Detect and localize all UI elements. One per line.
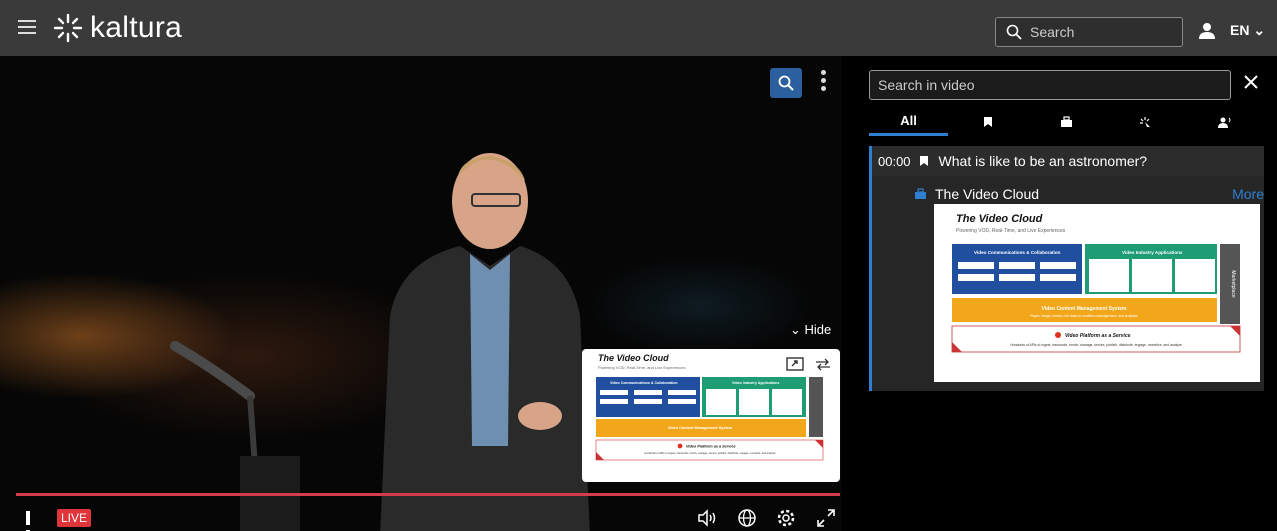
thumb-box-cms: Video Content Management System [1042, 306, 1127, 312]
language-selector[interactable]: EN ⌄ [1230, 22, 1265, 39]
search-icon [1006, 24, 1022, 40]
kaltura-logo-icon [53, 13, 83, 43]
bookmark-icon [919, 156, 928, 166]
slide-box-cms: Video Content Management System [668, 426, 733, 430]
slide-thumbnail-content: The Video Cloud Powering VOD, Real-Time,… [951, 213, 1241, 353]
slide-box-industry: Video Industry Applications [732, 381, 779, 385]
search-in-video-input[interactable] [870, 71, 1230, 99]
thumb-box-cms-sub: Player, image, media, rich data for work… [1030, 314, 1138, 318]
expand-slide-icon[interactable] [786, 357, 804, 371]
swap-views-icon[interactable] [814, 357, 832, 371]
tab-bookmarks[interactable] [948, 108, 1027, 136]
tab-all[interactable]: All [869, 108, 948, 136]
tab-hotspots[interactable] [1106, 108, 1185, 136]
tab-slides[interactable] [1027, 108, 1106, 136]
result-item-bookmark[interactable]: 00:00 What is like to be an astronomer? [872, 146, 1264, 176]
slide-box-comm: Video Communications & Collaboration [610, 381, 678, 385]
kaltura-logo[interactable]: kaltura [52, 11, 183, 44]
thumb-box-platform-sub: Hundreds of APIs to ingest, transcode, e… [1010, 343, 1182, 347]
thumb-marketplace: Marketplace [1230, 270, 1236, 297]
progress-bar[interactable] [16, 493, 840, 496]
tab-speakers[interactable] [1185, 108, 1264, 136]
speaker-icon [1217, 117, 1230, 128]
thumb-subtitle: Powering VOD, Real-Time, and Live Experi… [956, 228, 1066, 234]
slide-box-platform-sub: Hundreds of APIs to ingest, transcode, e… [644, 451, 776, 455]
pip-controls [786, 357, 832, 371]
thumb-box-industry: Video Industry Applications [1122, 250, 1183, 255]
menu-icon[interactable] [18, 20, 36, 34]
chevron-down-icon: ⌄ [1253, 22, 1266, 38]
hide-label: Hide [804, 322, 832, 337]
slide-title: The Video Cloud [598, 353, 669, 363]
speaker-image [380, 153, 590, 531]
slides-icon [915, 188, 926, 199]
video-search-panel: All 00:00 What is like to be an astronom… [856, 56, 1277, 531]
fullscreen-icon[interactable] [815, 508, 837, 528]
slides-icon [1061, 116, 1072, 127]
video-player[interactable]: ⌄ Hide The Video Cloud Powering VOD, Rea… [0, 56, 842, 531]
more-options-icon[interactable] [821, 70, 827, 96]
chevron-down-icon: ⌄ [790, 322, 801, 337]
result-slide-title: The Video Cloud [935, 186, 1040, 202]
globe-icon[interactable] [736, 508, 758, 528]
result-text: What is like to be an astronomer? [938, 153, 1148, 169]
logo-text: kaltura [90, 11, 183, 44]
volume-icon[interactable] [696, 508, 718, 528]
user-icon[interactable] [1197, 21, 1217, 41]
global-search-input[interactable] [1030, 24, 1170, 40]
close-icon[interactable] [1243, 74, 1259, 90]
pause-icon[interactable] [26, 511, 40, 531]
live-badge[interactable]: LIVE [57, 509, 92, 527]
search-filter-tabs: All [869, 108, 1264, 136]
player-controls: LIVE [0, 500, 842, 531]
thumb-box-comm: Video Communications & Collaboration [974, 250, 1061, 255]
top-navigation-bar: kaltura EN ⌄ [0, 0, 1277, 56]
bookmark-icon [983, 117, 992, 127]
global-search[interactable] [995, 17, 1183, 47]
language-label: EN [1230, 22, 1250, 38]
search-results-list: 00:00 What is like to be an astronomer? … [869, 146, 1264, 391]
settings-icon[interactable] [775, 508, 797, 528]
slide-box-platform: Video Platform as a Service [686, 445, 736, 449]
result-timestamp: 00:00 [878, 153, 911, 169]
search-in-video-field[interactable] [869, 70, 1231, 100]
slide-subtitle: Powering VOD, Real-Time, and Live Experi… [598, 365, 685, 370]
thumb-box-platform: Video Platform as a Service [1065, 333, 1131, 339]
slide-thumbnail[interactable]: The Video Cloud Powering VOD, Real-Time,… [934, 204, 1260, 382]
slide-picture-in-picture[interactable]: The Video Cloud Powering VOD, Real-Time,… [582, 349, 840, 482]
hide-slides-button[interactable]: ⌄ Hide [790, 322, 831, 338]
tab-all-label: All [900, 113, 917, 128]
search-toggle-button[interactable] [770, 68, 802, 98]
search-icon [778, 75, 794, 91]
hotspot-icon [1140, 117, 1150, 127]
thumb-title: The Video Cloud [956, 213, 1043, 225]
more-link[interactable]: More [1232, 186, 1264, 202]
result-item-slide[interactable]: The Video Cloud More [872, 182, 1264, 206]
